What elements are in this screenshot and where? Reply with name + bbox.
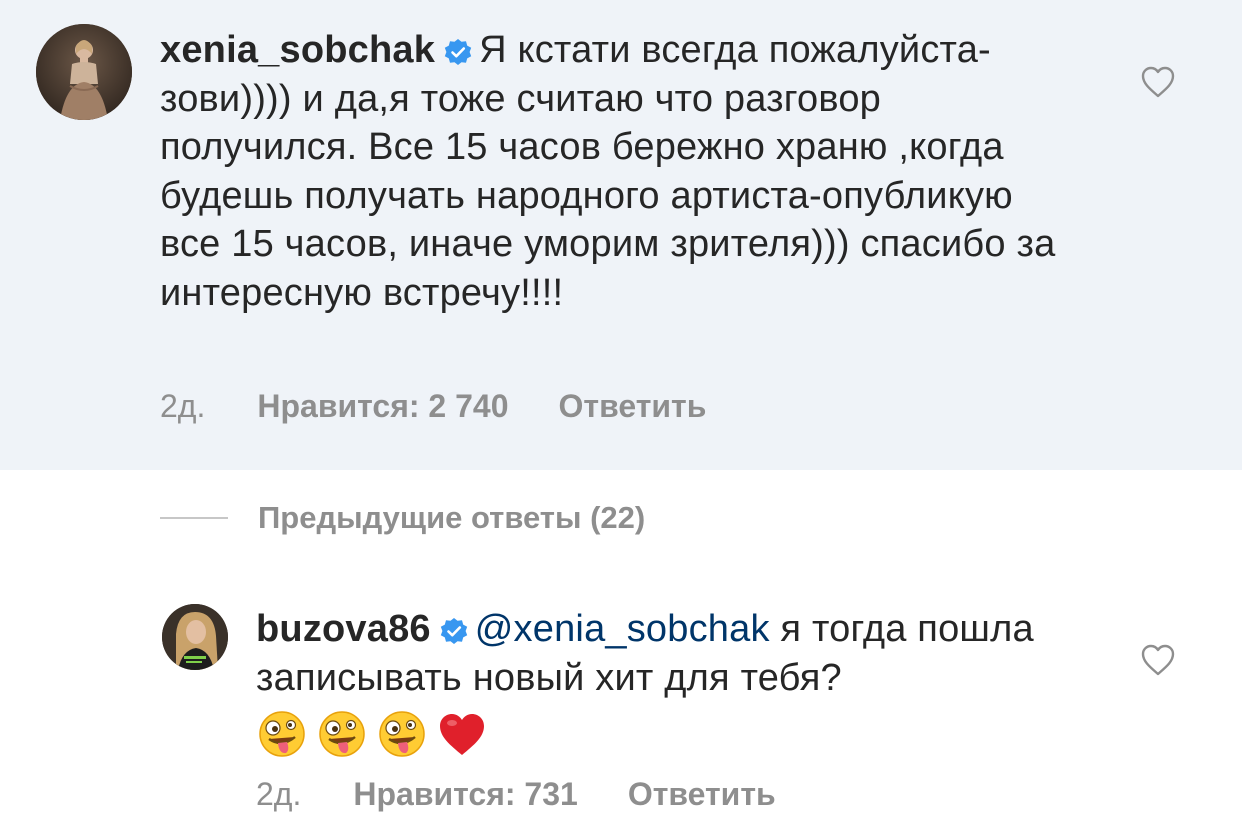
like-heart-icon[interactable] [1140,643,1176,677]
like-heart-icon[interactable] [1140,65,1176,99]
likes-count[interactable]: Нравится: 2 740 [257,388,508,425]
verified-badge-icon [443,32,473,65]
reply-button[interactable]: Ответить [628,776,776,813]
zany-face-icon [256,708,308,760]
likes-count[interactable]: Нравится: 731 [353,776,577,813]
reply-username[interactable]: buzova86 [256,608,431,650]
comment-text-block: xenia_sobchak Я кстати всегда пожалуйста-… [160,26,1080,317]
red-heart-icon [436,708,488,760]
comment-meta: 2д. Нравится: 2 740 Ответить [160,388,706,425]
zany-face-icon [316,708,368,760]
highlighted-comment: xenia_sobchak Я кстати всегда пожалуйста-… [0,0,1242,470]
reply-meta: 2д. Нравится: 731 Ответить [256,776,776,813]
avatar[interactable] [162,604,228,670]
verified-badge-icon [439,611,469,644]
mention-link[interactable]: @xenia_sobchak [475,608,770,650]
emoji-row [256,708,496,760]
previous-replies-label: Предыдущие ответы (22) [258,500,646,535]
reply-text-block: buzova86 @xenia_sobchak я тогда пошла зап… [256,605,1116,760]
comment-time: 2д. [160,388,206,424]
reply-button[interactable]: Ответить [559,388,707,425]
previous-replies-toggle[interactable]: Предыдущие ответы (22) [160,500,645,536]
avatar[interactable] [36,24,132,120]
comment-username[interactable]: xenia_sobchak [160,29,435,71]
divider-line [160,517,228,519]
zany-face-icon [376,708,428,760]
comments-screen: xenia_sobchak Я кстати всегда пожалуйста-… [0,0,1242,828]
reply-time: 2д. [256,776,302,812]
comment-text: Я кстати всегда пожалуйста-зови)))) и да… [160,29,1056,314]
